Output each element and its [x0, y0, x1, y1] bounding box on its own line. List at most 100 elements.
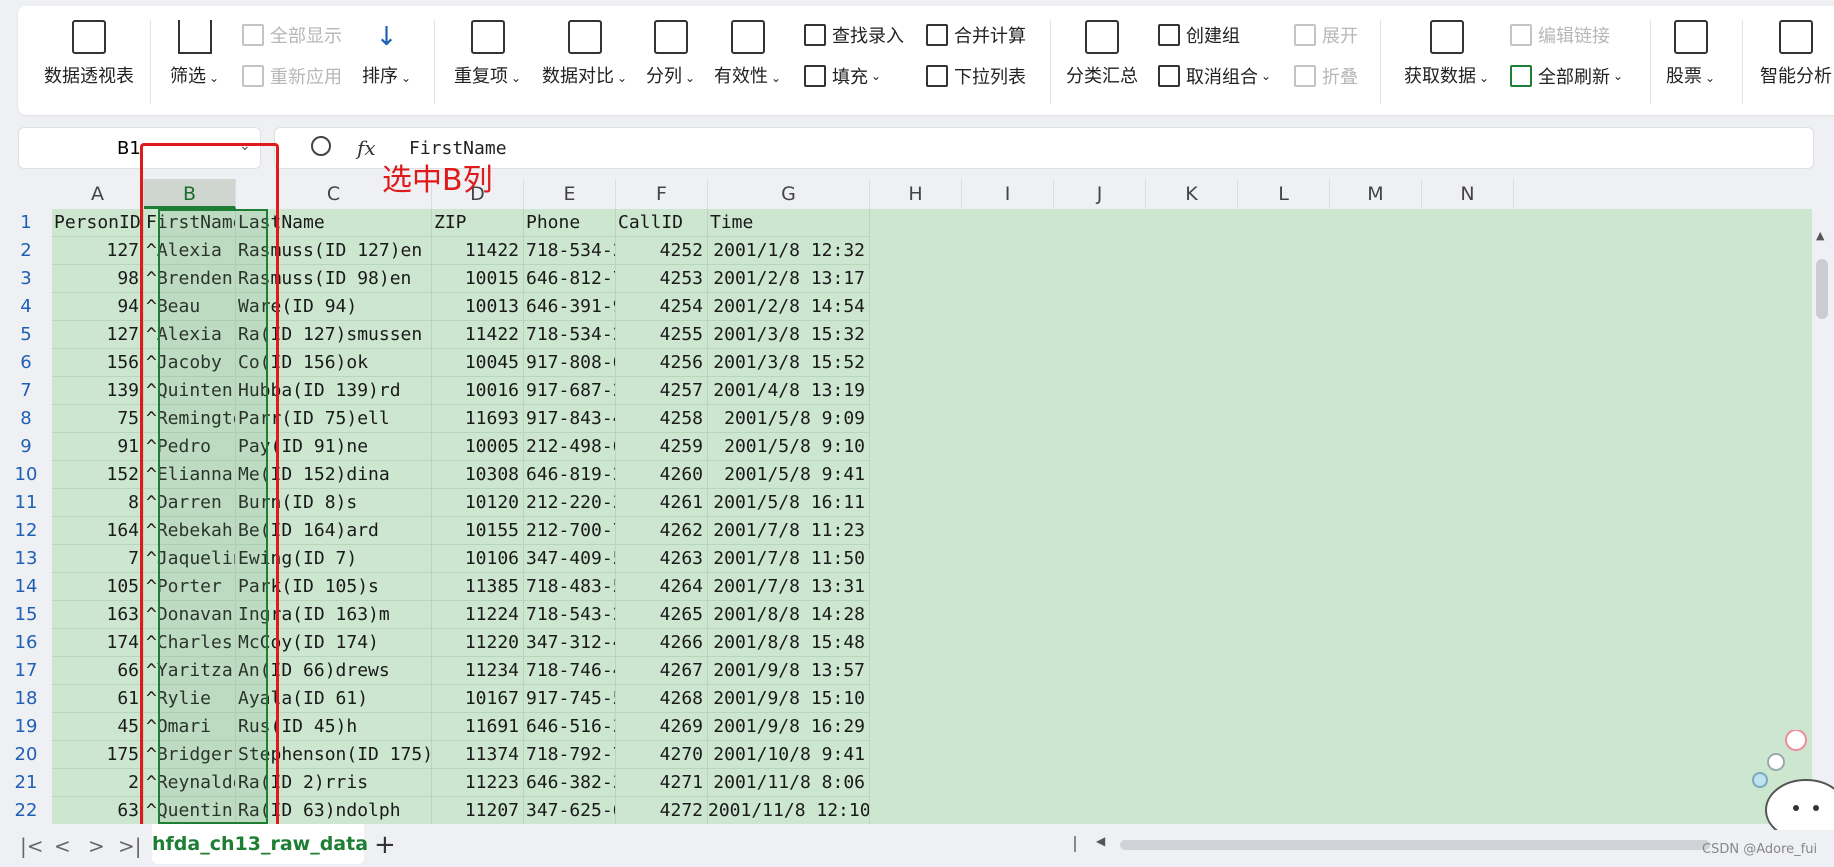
table-cell[interactable]: 2001/5/8 9:10 [708, 433, 870, 461]
table-cell[interactable]: 10015 [432, 265, 524, 293]
table-cell[interactable]: 4258 [616, 405, 708, 433]
table-cell[interactable]: 4268 [616, 685, 708, 713]
table-cell[interactable]: 127 [52, 321, 144, 349]
header-cell[interactable]: PersonID [52, 209, 144, 237]
table-cell[interactable]: 7 [52, 545, 144, 573]
column-header-n[interactable]: N [1422, 179, 1514, 209]
table-cell[interactable]: 347-409-54 [524, 545, 616, 573]
table-cell[interactable]: 4259 [616, 433, 708, 461]
table-cell[interactable]: 8 [52, 489, 144, 517]
lookup-entry-button[interactable]: 查找录入 [804, 22, 904, 48]
column-header-i[interactable]: I [962, 179, 1054, 209]
table-cell[interactable]: 75 [52, 405, 144, 433]
table-cell[interactable]: 11224 [432, 601, 524, 629]
table-cell[interactable]: 11691 [432, 713, 524, 741]
table-cell[interactable]: 646-382-34 [524, 769, 616, 797]
table-cell[interactable]: 4269 [616, 713, 708, 741]
row-header-3[interactable]: 3 [0, 265, 52, 293]
table-cell[interactable]: 2001/2/8 14:54 [708, 293, 870, 321]
smart-analysis-button[interactable]: 智能分析 [1760, 20, 1832, 88]
table-cell[interactable]: 2001/2/8 13:17 [708, 265, 870, 293]
table-cell[interactable]: 646-516-30 [524, 713, 616, 741]
fill-button[interactable]: 填充 ⌄ [804, 63, 881, 89]
table-cell[interactable]: 10120 [432, 489, 524, 517]
table-cell[interactable]: 4254 [616, 293, 708, 321]
table-cell[interactable]: 4257 [616, 377, 708, 405]
table-cell[interactable]: 2001/4/8 13:19 [708, 377, 870, 405]
table-cell[interactable]: 2001/7/8 13:31 [708, 573, 870, 601]
table-cell[interactable]: 4263 [616, 545, 708, 573]
select-all-corner[interactable] [0, 179, 52, 209]
table-cell[interactable]: 2001/10/8 9:41 [708, 741, 870, 769]
table-cell[interactable]: 11422 [432, 237, 524, 265]
column-header-j[interactable]: J [1054, 179, 1146, 209]
table-cell[interactable]: 94 [52, 293, 144, 321]
table-cell[interactable]: 2001/8/8 15:48 [708, 629, 870, 657]
table-cell[interactable]: 718-543-26 [524, 601, 616, 629]
row-header-20[interactable]: 20 [0, 741, 52, 769]
table-cell[interactable]: 2 [52, 769, 144, 797]
table-cell[interactable]: 2001/7/8 11:50 [708, 545, 870, 573]
subtotal-button[interactable]: 分类汇总 [1066, 20, 1138, 88]
table-cell[interactable]: 2001/9/8 16:29 [708, 713, 870, 741]
table-cell[interactable]: 91 [52, 433, 144, 461]
refresh-all-button[interactable]: 全部刷新 ⌄ [1510, 63, 1623, 89]
table-cell[interactable]: 347-312-47 [524, 629, 616, 657]
row-header-14[interactable]: 14 [0, 573, 52, 601]
table-cell[interactable]: 4256 [616, 349, 708, 377]
table-cell[interactable]: 11422 [432, 321, 524, 349]
cell-grid[interactable]: PersonID FirstName LastName ZIP Phone CallID T… [52, 209, 1812, 825]
header-cell[interactable]: Phone [524, 209, 616, 237]
table-cell[interactable]: 163 [52, 601, 144, 629]
data-compare-button[interactable]: 数据对比 ⌄ [542, 20, 627, 88]
column-header-m[interactable]: M [1330, 179, 1422, 209]
table-cell[interactable]: 10167 [432, 685, 524, 713]
row-header-9[interactable]: 9 [0, 433, 52, 461]
table-cell[interactable]: 718-534-24 [524, 321, 616, 349]
table-cell[interactable]: 10155 [432, 517, 524, 545]
table-cell[interactable]: 646-391-99 [524, 293, 616, 321]
table-cell[interactable]: 2001/5/8 16:11 [708, 489, 870, 517]
table-cell[interactable]: 2001/8/8 14:28 [708, 601, 870, 629]
row-header-10[interactable]: 10 [0, 461, 52, 489]
column-header-l[interactable]: L [1238, 179, 1330, 209]
table-cell[interactable]: 212-700-73 [524, 517, 616, 545]
table-cell[interactable]: 175 [52, 741, 144, 769]
sheet-tab[interactable]: hfda_ch13_raw_data [152, 824, 368, 864]
table-cell[interactable]: 10016 [432, 377, 524, 405]
scroll-up-icon[interactable]: ▲ [1816, 229, 1824, 242]
dropdown-list-button[interactable]: 下拉列表 [926, 63, 1026, 89]
table-cell[interactable]: 2001/1/8 12:32 [708, 237, 870, 265]
header-cell[interactable]: Time [708, 209, 870, 237]
row-header-22[interactable]: 22 [0, 797, 52, 825]
table-cell[interactable]: 2001/5/8 9:41 [708, 461, 870, 489]
table-cell[interactable]: 718-534-24 [524, 237, 616, 265]
row-header-5[interactable]: 5 [0, 321, 52, 349]
table-cell[interactable]: 2001/11/8 12:10 [708, 797, 870, 825]
table-cell[interactable]: 11693 [432, 405, 524, 433]
split-column-button[interactable]: 分列 ⌄ [646, 20, 695, 88]
expand-button[interactable]: 展开 [1294, 22, 1358, 48]
table-cell[interactable]: 4265 [616, 601, 708, 629]
table-cell[interactable]: 2001/7/8 11:23 [708, 517, 870, 545]
header-cell[interactable]: ZIP [432, 209, 524, 237]
table-cell[interactable]: 4260 [616, 461, 708, 489]
table-cell[interactable]: 11385 [432, 573, 524, 601]
table-cell[interactable]: 4270 [616, 741, 708, 769]
ungroup-button[interactable]: 取消组合 ⌄ [1158, 63, 1271, 89]
table-cell[interactable]: 4271 [616, 769, 708, 797]
column-header-g[interactable]: G [708, 179, 870, 209]
table-cell[interactable]: 98 [52, 265, 144, 293]
column-header-h[interactable]: H [870, 179, 962, 209]
table-cell[interactable]: 63 [52, 797, 144, 825]
row-header-16[interactable]: 16 [0, 629, 52, 657]
table-cell[interactable]: 4255 [616, 321, 708, 349]
table-cell[interactable]: 212-498-68 [524, 433, 616, 461]
table-cell[interactable]: 4272 [616, 797, 708, 825]
column-header-e[interactable]: E [524, 179, 616, 209]
table-cell[interactable]: 2001/11/8 8:06 [708, 769, 870, 797]
table-cell[interactable]: 11223 [432, 769, 524, 797]
table-cell[interactable]: 2001/9/8 13:57 [708, 657, 870, 685]
table-cell[interactable]: 4262 [616, 517, 708, 545]
table-cell[interactable]: 4266 [616, 629, 708, 657]
